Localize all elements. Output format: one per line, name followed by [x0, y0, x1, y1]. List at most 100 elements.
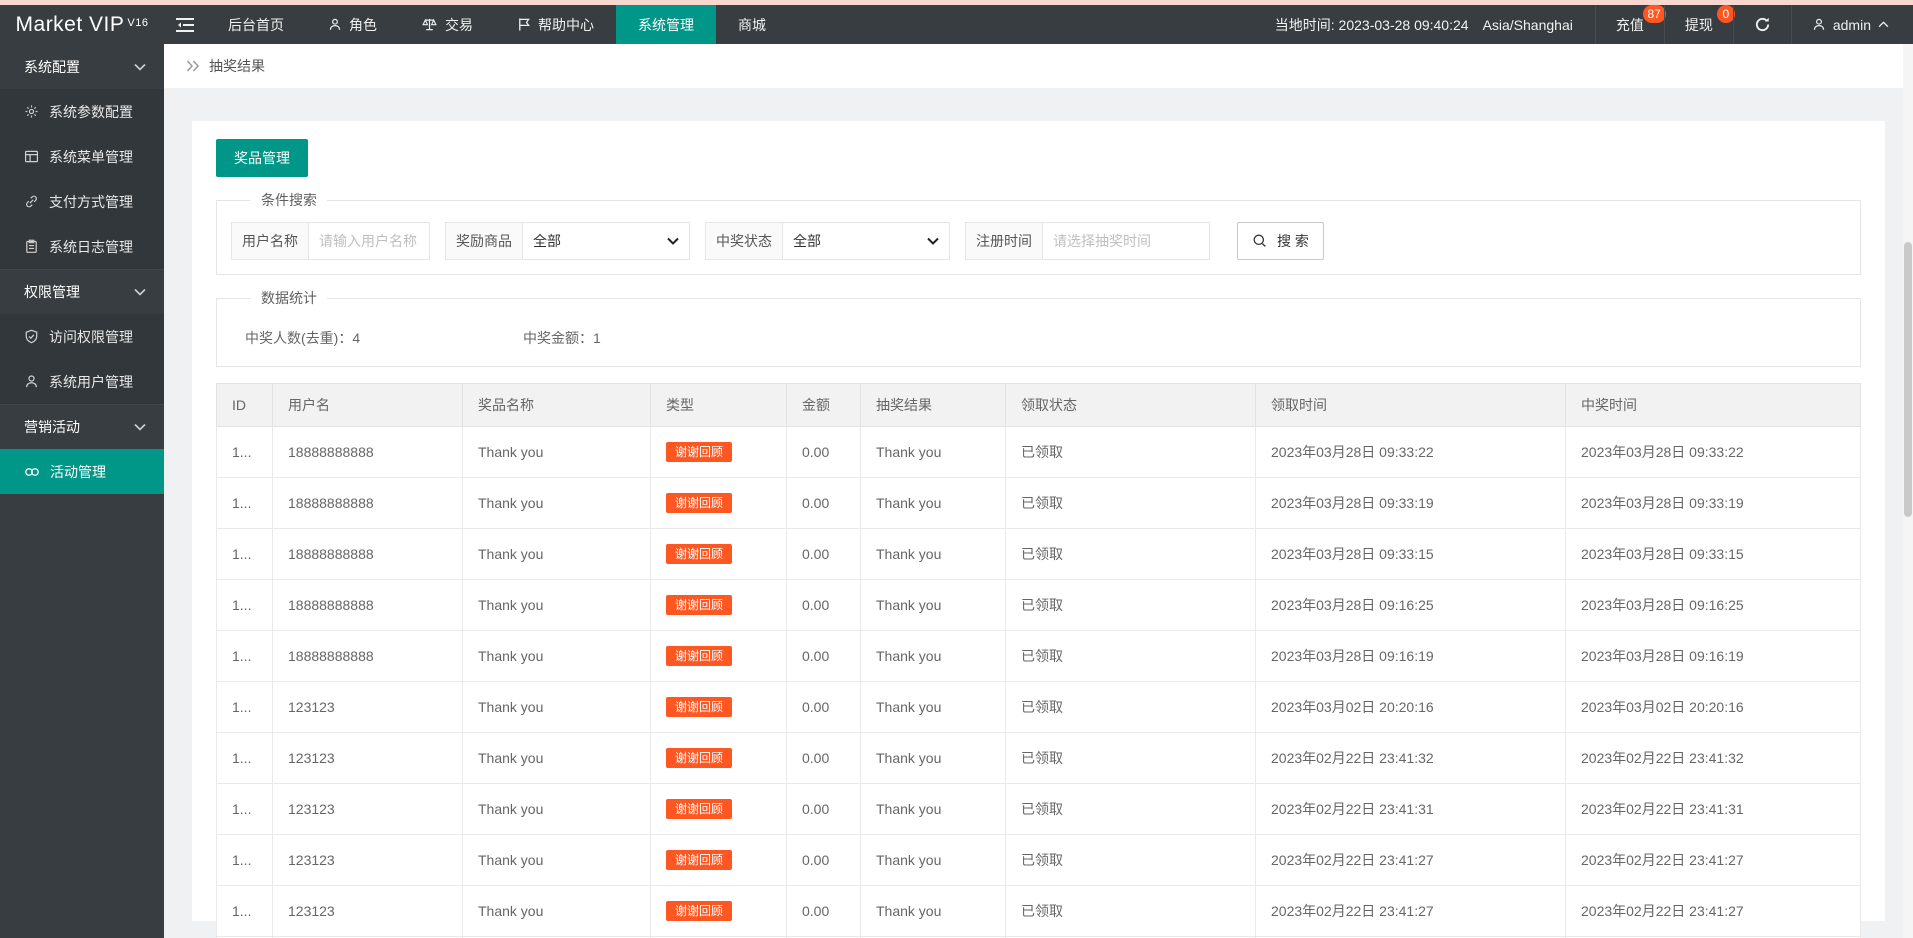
nav-item-help-center[interactable]: 帮助中心: [495, 5, 616, 44]
refresh-button[interactable]: [1732, 5, 1791, 44]
recharge-count-badge: 87: [1642, 5, 1666, 23]
table-row: 1... 18888888888 Thank you 谢谢回顾 0.00 Thank yo…: [216, 630, 1861, 682]
link-icon: [26, 195, 37, 208]
search-button[interactable]: 搜 索: [1237, 222, 1324, 260]
search-button-label: 搜 索: [1277, 233, 1309, 249]
admin-menu[interactable]: admin: [1790, 5, 1913, 44]
cell-claim-status: 已领取: [1005, 732, 1256, 784]
nav-item-home[interactable]: 后台首页: [206, 5, 306, 44]
nav-item-roles[interactable]: 角色: [306, 5, 399, 44]
sidebar-group-system-config[interactable]: 系统配置: [0, 44, 164, 89]
sidebar-item-label: 支付方式管理: [49, 193, 133, 210]
cell-username: 18888888888: [272, 426, 463, 478]
cell-claim-time: 2023年03月28日 09:33:22: [1255, 426, 1566, 478]
sidebar-item-access-permission[interactable]: 访问权限管理: [0, 314, 164, 359]
type-badge: 谢谢回顾: [666, 442, 733, 462]
prize-select[interactable]: 全部: [522, 222, 690, 260]
cell-draw-result: Thank you: [860, 528, 1006, 580]
withdraw-button[interactable]: 提现 0: [1663, 5, 1735, 44]
cell-prize-name: Thank you: [462, 681, 651, 733]
status-select-value: 全部: [793, 233, 821, 249]
shield-check-icon: [25, 329, 38, 344]
cell-amount: 0.00: [786, 834, 861, 886]
cell-id: 1...: [216, 834, 273, 886]
sidebar-group-marketing[interactable]: 营销活动: [0, 404, 164, 449]
sidebar-item-payment-methods[interactable]: 支付方式管理: [0, 179, 164, 224]
main-area: 抽奖结果 奖品管理 条件搜索 用户名称 奖励商品: [164, 44, 1913, 938]
search-icon: [1253, 234, 1266, 247]
type-badge: 谢谢回顾: [666, 595, 733, 615]
cell-claim-time: 2023年03月28日 09:16:19: [1255, 630, 1566, 682]
sidebar-item-system-logs[interactable]: 系统日志管理: [0, 224, 164, 269]
cell-win-time: 2023年03月28日 09:16:25: [1565, 579, 1861, 631]
sidebar-item-system-menu[interactable]: 系统菜单管理: [0, 134, 164, 179]
nav-label: 后台首页: [228, 16, 284, 33]
prize-label: 奖励商品: [445, 222, 522, 260]
sidebar-group-permissions[interactable]: 权限管理: [0, 269, 164, 314]
cell-claim-time: 2023年02月22日 23:41:27: [1255, 834, 1566, 886]
cell-claim-status: 已领取: [1005, 426, 1256, 478]
cell-type: 谢谢回顾: [650, 834, 787, 886]
status-select[interactable]: 全部: [782, 222, 950, 260]
cell-amount: 0.00: [786, 426, 861, 478]
username-input[interactable]: [308, 222, 430, 260]
stat-amount-label: 中奖金额：: [523, 330, 593, 346]
nav-item-system-manage[interactable]: 系统管理: [616, 5, 716, 44]
double-chevron-right-icon: [186, 60, 200, 72]
table-row: 1...123123Thank you谢谢回顾0.00Thank you已领取2…: [216, 732, 1861, 784]
local-time: 当地时间: 2023-03-28 09:40:24 Asia/Shanghai: [1253, 5, 1595, 44]
user-icon: [26, 375, 37, 388]
clipboard-icon: [26, 239, 37, 253]
cell-draw-result: Thank you: [860, 834, 1006, 886]
cell-draw-result: Thank you: [860, 426, 1006, 478]
cell-prize-name: Thank you: [462, 477, 651, 529]
table-body: 1... 18888888888 Thank you 谢谢回顾 0.00 Thank yo…: [216, 426, 1861, 938]
cell-type: 谢谢回顾: [650, 783, 787, 835]
stats-legend: 数据统计: [261, 290, 317, 306]
search-legend: 条件搜索: [261, 192, 317, 208]
type-badge: 谢谢回顾: [666, 544, 733, 564]
table-row: 1... 18888888888 Thank you 谢谢回顾 0.00 Thank yo…: [216, 579, 1861, 631]
table-row: 1... 18888888888 Thank you 谢谢回顾 0.00 Thank yo…: [216, 528, 1861, 580]
cell-prize-name: Thank you: [462, 528, 651, 580]
cell-win-time: 2023年03月28日 09:33:22: [1565, 426, 1861, 478]
cell-prize-name: Thank you: [462, 834, 651, 886]
recharge-button[interactable]: 充值 87: [1594, 5, 1666, 44]
group-title: 系统配置: [24, 58, 80, 75]
cell-claim-status: 已领取: [1005, 630, 1256, 682]
chevron-up-icon: [1878, 21, 1889, 28]
cell-prize-name: Thank you: [462, 783, 651, 835]
type-badge: 谢谢回顾: [666, 901, 733, 921]
cell-username: 18888888888: [272, 528, 463, 580]
col-header-prize-name: 奖品名称: [462, 383, 651, 427]
cell-win-time: 2023年02月22日 23:41:31: [1565, 783, 1861, 835]
group-title: 权限管理: [24, 284, 80, 300]
cell-type: 谢谢回顾: [650, 579, 787, 631]
sidebar-item-system-params[interactable]: 系统参数配置: [0, 89, 164, 134]
stats-fieldset: 数据统计 中奖人数(去重)：4 中奖金额：1: [216, 288, 1861, 367]
table-row: 1... 18888888888 Thank you 谢谢回顾 0.00 Thank yo…: [216, 477, 1861, 529]
cell-claim-time: 2023年03月28日 09:33:19: [1255, 477, 1566, 529]
stats-row: 中奖人数(去重)：4 中奖金额：1: [231, 320, 1846, 352]
prize-manage-button[interactable]: 奖品管理: [216, 139, 308, 177]
stat-winners-label: 中奖人数(去重)：: [245, 330, 353, 346]
type-badge: 谢谢回顾: [666, 799, 733, 819]
chevron-down-icon: [134, 288, 146, 296]
nav-item-mall[interactable]: 商城: [716, 5, 788, 44]
nav-item-trade[interactable]: 交易: [399, 5, 495, 44]
cell-id: 1...: [216, 528, 273, 580]
cell-prize-name: Thank you: [462, 630, 651, 682]
status-label: 中奖状态: [705, 222, 782, 260]
topbar-right: 当地时间: 2023-03-28 09:40:24 Asia/Shanghai …: [1253, 5, 1913, 44]
col-header-win-time: 中奖时间: [1565, 383, 1861, 427]
sidebar-item-activity-manage[interactable]: 活动管理: [0, 449, 164, 494]
scrollbar-thumb[interactable]: [1904, 242, 1912, 517]
cell-id: 1...: [216, 630, 273, 682]
scales-icon: [422, 18, 437, 31]
stat-amount: 中奖金额：1: [523, 328, 601, 348]
draw-time-input[interactable]: [1042, 222, 1210, 260]
status-filter: 中奖状态 全部: [705, 222, 950, 260]
cell-claim-status: 已领取: [1005, 477, 1256, 529]
collapse-menu-icon[interactable]: [164, 5, 206, 44]
sidebar-item-system-users[interactable]: 系统用户管理: [0, 359, 164, 404]
